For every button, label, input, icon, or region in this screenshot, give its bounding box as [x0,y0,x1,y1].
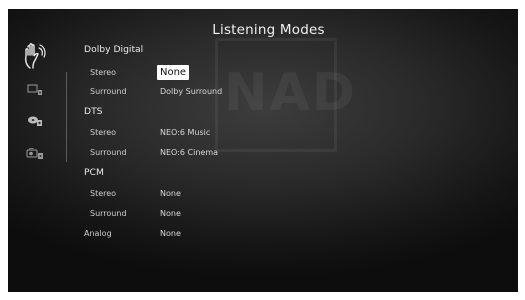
dts-surround-value[interactable]: NEO:6 Cinema [160,148,218,157]
disc-speaker-icon[interactable] [27,113,43,127]
brand-watermark: NAD [215,38,355,152]
radio-speaker-icon[interactable] [26,148,44,160]
pcm-surround-label: Surround [90,209,127,218]
brand-watermark-text: NAD [224,63,357,123]
hand-ear-icon[interactable] [20,41,48,71]
analog-value[interactable]: None [160,229,181,238]
dolby-stereo-label: Stereo [90,68,117,77]
screen-speaker-icon[interactable] [27,84,43,96]
dts-stereo-value[interactable]: NEO:6 Music [160,128,210,137]
dolby-surround-label: Surround [90,87,127,96]
page-title: Listening Modes [212,22,325,38]
dts-surround-label: Surround [90,148,127,157]
pcm-stereo-label: Stereo [90,189,117,198]
pcm-stereo-value[interactable]: None [160,189,181,198]
dts-stereo-label: Stereo [90,128,117,137]
listening-modes-screen: NAD Listening Modes Dolby Digital Stereo… [0,0,525,300]
section-heading-pcm: PCM [84,167,104,178]
analog-label: Analog [84,229,112,238]
sidebar-divider [66,72,67,162]
dolby-stereo-value-selected[interactable]: None [157,65,190,80]
pcm-surround-value[interactable]: None [160,209,181,218]
section-heading-dolby-digital: Dolby Digital [84,44,144,55]
dolby-surround-value[interactable]: Dolby Surround [160,87,222,96]
section-heading-dts: DTS [84,106,103,117]
